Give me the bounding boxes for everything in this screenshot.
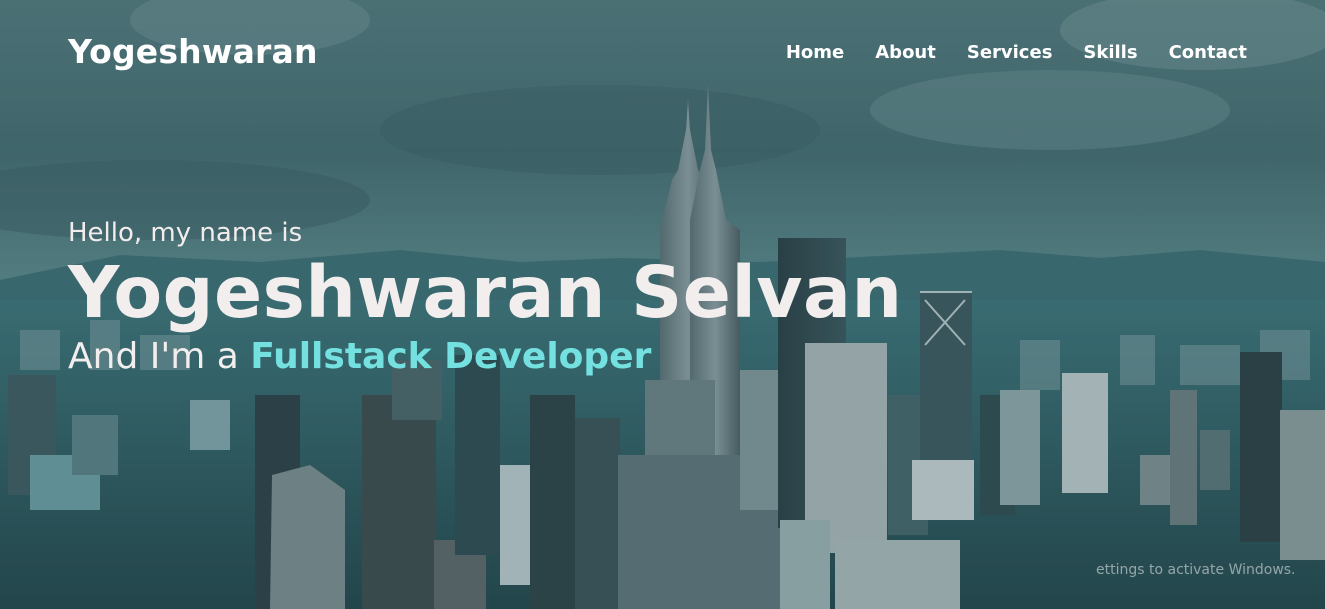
home-section: Yogeshwaran Home About Services Skills C…: [0, 0, 1325, 609]
nav-item-contact: Contact: [1169, 42, 1247, 63]
nav-link-skills[interactable]: Skills: [1083, 42, 1137, 63]
nav-link-home[interactable]: Home: [786, 42, 844, 63]
nav-item-services: Services: [967, 42, 1053, 63]
os-activation-watermark: ettings to activate Windows.: [1096, 562, 1296, 578]
nav-item-home: Home: [786, 42, 844, 63]
nav-item-skills: Skills: [1083, 42, 1137, 63]
hero-content: Hello, my name is Yogeshwaran Selvan And…: [68, 214, 903, 382]
greeting-text: Hello, my name is: [68, 218, 303, 248]
nav-link-services[interactable]: Services: [967, 42, 1053, 63]
hero-name: Yogeshwaran Selvan: [68, 251, 903, 334]
navbar: Yogeshwaran Home About Services Skills C…: [0, 0, 1325, 108]
nav-item-about: About: [875, 42, 936, 63]
role-prefix: And I'm a: [68, 336, 251, 377]
site-logo[interactable]: Yogeshwaran: [68, 32, 318, 71]
nav-menu: Home About Services Skills Contact: [786, 42, 1247, 63]
role-typing-text: Fullstack Developer: [250, 336, 652, 377]
role-line: And I'm a Fullstack Developer: [68, 332, 903, 382]
nav-link-about[interactable]: About: [875, 42, 936, 63]
nav-link-contact[interactable]: Contact: [1169, 42, 1247, 63]
